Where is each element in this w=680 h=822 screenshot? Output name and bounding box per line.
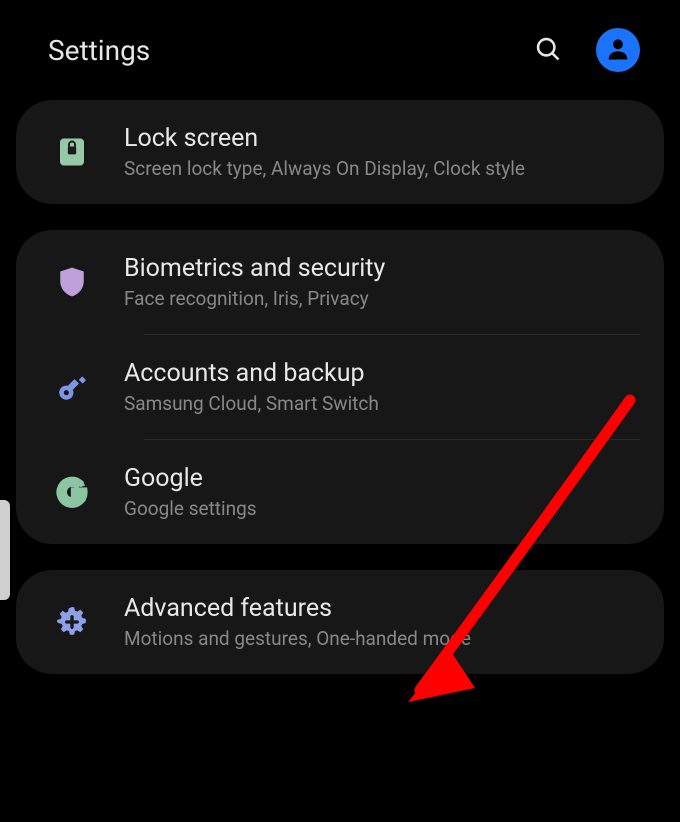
profile-button[interactable] (596, 28, 640, 72)
gear-plus-icon (40, 604, 104, 640)
settings-item-text: Accounts and backup Samsung Cloud, Smart… (104, 359, 640, 415)
settings-item-title: Advanced features (124, 594, 640, 623)
svg-text:G: G (59, 475, 88, 509)
settings-item-subtitle: Face recognition, Iris, Privacy (124, 287, 640, 310)
settings-group: Biometrics and security Face recognition… (16, 230, 664, 544)
page-title: Settings (48, 34, 150, 67)
settings-item-title: Lock screen (124, 124, 640, 153)
settings-item-google[interactable]: G Google Google settings (16, 440, 664, 544)
settings-item-text: Google Google settings (104, 464, 640, 520)
settings-item-accounts[interactable]: Accounts and backup Samsung Cloud, Smart… (16, 335, 664, 439)
settings-item-text: Advanced features Motions and gestures, … (104, 594, 640, 650)
settings-group: Advanced features Motions and gestures, … (16, 570, 664, 674)
search-button[interactable] (528, 29, 568, 72)
settings-item-text: Biometrics and security Face recognition… (104, 254, 640, 310)
settings-item-subtitle: Samsung Cloud, Smart Switch (124, 392, 640, 415)
header-actions (528, 28, 640, 72)
shield-icon (40, 265, 104, 299)
settings-item-lock-screen[interactable]: Lock screen Screen lock type, Always On … (16, 100, 664, 204)
settings-item-subtitle: Motions and gestures, One-handed mode (124, 627, 640, 650)
person-icon (604, 35, 632, 66)
settings-item-subtitle: Google settings (124, 497, 640, 520)
settings-group: Lock screen Screen lock type, Always On … (16, 100, 664, 204)
lock-icon (40, 134, 104, 170)
google-icon: G (40, 475, 104, 509)
settings-item-text: Lock screen Screen lock type, Always On … (104, 124, 640, 180)
key-icon (40, 370, 104, 404)
scroll-indicator[interactable] (0, 500, 10, 600)
settings-item-biometrics[interactable]: Biometrics and security Face recognition… (16, 230, 664, 334)
settings-item-advanced-features[interactable]: Advanced features Motions and gestures, … (16, 570, 664, 674)
settings-item-subtitle: Screen lock type, Always On Display, Clo… (124, 157, 640, 180)
settings-item-title: Google (124, 464, 640, 493)
search-icon (534, 51, 562, 66)
settings-item-title: Biometrics and security (124, 254, 640, 283)
header: Settings (0, 0, 680, 100)
settings-item-title: Accounts and backup (124, 359, 640, 388)
